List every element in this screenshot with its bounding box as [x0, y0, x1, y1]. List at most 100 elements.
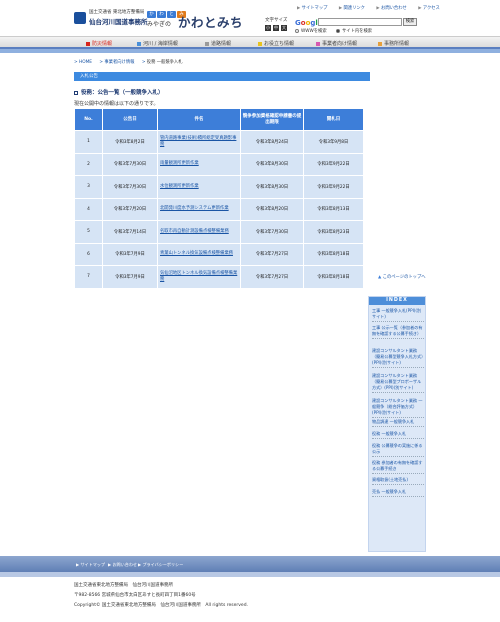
footer-org: 国土交通省東北地方整備局 仙台河川国道事務所: [74, 583, 173, 588]
search-button[interactable]: 検索: [403, 18, 417, 26]
square-icon: [137, 41, 141, 46]
col-deadline: 競争参加資格確認申請書の提出期限: [240, 108, 304, 131]
cell-no: 7: [74, 265, 103, 289]
footer-divider: [0, 572, 500, 577]
table-header-row: No. 公告日 件名 競争参加資格確認申請書の提出期限 開札日: [74, 108, 364, 131]
cell-subject-link[interactable]: 管内道路事業(技術)積所総定受真題影事務: [157, 130, 241, 154]
nav-label: お役立ち情報: [264, 41, 295, 47]
cell-date: 令和3年7月30日: [102, 152, 158, 176]
cell-subject-link[interactable]: 北開発川度水予測システム更新作業: [157, 197, 241, 221]
bid-table: No. 公告日 件名 競争参加資格確認申請書の提出期限 開札日 1 令和3年8月…: [74, 108, 364, 289]
back-to-top-label: このページのトップへ: [382, 275, 426, 280]
footer-band: [0, 556, 500, 572]
cell-subject-link[interactable]: 名取市再自動計測設備点検整備業務: [157, 220, 241, 244]
radio-www[interactable]: WWWを検索: [295, 28, 327, 34]
index-item[interactable]: 建設コンサルタント業務（簡易公募型プロポーザル方式）(PPI)(別サイト): [372, 373, 424, 393]
breadcrumb-business[interactable]: 事業者向け情報: [99, 60, 134, 65]
index-item[interactable]: 役務 一般競争入札: [372, 431, 424, 439]
breadcrumb-current: 役務 一般競争入札: [142, 60, 183, 65]
mlit-logo-icon: [74, 12, 86, 24]
cell-date: 令和3年7月14日: [102, 220, 158, 244]
footer-address: 〒982-8566 宮城県仙台市太白区あすと長町四丁目1番60号: [74, 593, 196, 598]
square-icon: [316, 41, 320, 46]
cell-subject-link[interactable]: 水位観測所更新作業: [157, 175, 241, 199]
col-date: 公告日: [102, 108, 158, 131]
breadcrumb-home[interactable]: HOME: [74, 60, 92, 65]
nav-label: 河川 / 海岸情報: [143, 41, 178, 47]
nav-river[interactable]: 河川 / 海岸情報: [137, 40, 178, 47]
footer-sitemap-link[interactable]: サイトマップ: [76, 562, 105, 568]
cell-date: 令和3年7月9日: [102, 265, 158, 289]
nav-bousai[interactable]: 防災情報: [86, 40, 112, 47]
index-item[interactable]: 工事 一般競争入札(PPI)(別サイト): [372, 308, 424, 322]
table-row: 6 令和3年7月9日 青葉山トンネル換気設備点検整備業務 令和3年7月27日 令…: [74, 242, 364, 266]
cell-no: 1: [74, 130, 103, 154]
org-line2[interactable]: 仙台河川国道事務所: [89, 16, 148, 26]
square-icon: [86, 41, 90, 46]
nav-underline-band: [0, 49, 500, 53]
title-badge: と: [167, 11, 176, 18]
cell-subject-link[interactable]: 青葉山トンネル換気設備点検整備業務: [157, 242, 241, 266]
nav-label: 道路情報: [211, 41, 232, 47]
related-links-link[interactable]: 関連リンク: [339, 6, 365, 11]
footer-privacy-link[interactable]: プライバシーポリシー: [138, 562, 183, 568]
site-title[interactable]: かわとみち: [178, 12, 243, 31]
nav-road[interactable]: 道路情報: [205, 40, 231, 47]
index-item[interactable]: 役務 公募競争の実施に係る公示: [372, 443, 424, 457]
global-nav: 防災情報 河川 / 海岸情報 道路情報 お役立ち情報 事業者向け情報 事務所情報: [0, 36, 500, 49]
font-size-label: 文字サイズ: [265, 18, 288, 23]
index-title: INDEX: [369, 297, 425, 305]
index-item[interactable]: 資格取扱(土地売払): [372, 477, 424, 485]
col-subject: 件名: [157, 108, 241, 131]
square-icon: [378, 41, 382, 46]
back-to-top-link[interactable]: ▲ このページのトップへ: [378, 274, 426, 280]
table-row: 3 令和3年7月30日 水位観測所更新作業 令和3年8月30日 令和3年9月22…: [74, 175, 364, 199]
nav-label: 事務所情報: [384, 41, 410, 47]
cell-opening: 令和3年8月18日: [303, 242, 364, 266]
search-input[interactable]: [318, 18, 402, 26]
contact-link[interactable]: お問い合わせ: [376, 6, 406, 11]
index-item[interactable]: 工事 公示一覧（参加者の有無を確認する公募手続き）: [372, 325, 424, 339]
square-icon: [258, 41, 262, 46]
font-medium-button[interactable]: 中: [273, 25, 279, 31]
cell-opening: 令和3年9月22日: [303, 175, 364, 199]
site-subtitle: みやぎの: [147, 21, 172, 28]
cell-no: 6: [74, 242, 103, 266]
radio-site[interactable]: サイト内を検索: [336, 28, 372, 34]
index-item[interactable]: 建設コンサルタント業務（簡易公募型競争入札方式）(PPI)(別サイト): [372, 348, 424, 368]
col-no: No.: [74, 108, 103, 131]
site-header: 国土交通省 東北地方整備局 仙台河川国道事務所 か わ と み みやぎの かわと…: [0, 0, 500, 36]
index-item[interactable]: 役務 参加者の有無を確認する公募手続き: [372, 460, 424, 474]
square-icon: [205, 41, 209, 46]
cell-subject-link[interactable]: 気仙沼地区トンネル換気設備点検整備業務: [157, 265, 241, 289]
nav-business[interactable]: 事業者向け情報: [316, 40, 357, 47]
font-large-button[interactable]: 大: [281, 25, 287, 31]
index-item[interactable]: 物品調達 一般競争入札: [372, 419, 424, 427]
access-link[interactable]: アクセス: [418, 6, 440, 11]
cell-date: 令和3年7月30日: [102, 175, 158, 199]
title-badge: わ: [157, 11, 166, 18]
cell-subject-link[interactable]: 雨量観測所更新作業: [157, 152, 241, 176]
cell-opening: 令和3年8月23日: [303, 220, 364, 244]
cell-opening: 令和3年9月22日: [303, 152, 364, 176]
nav-useful[interactable]: お役立ち情報: [258, 40, 294, 47]
nav-office[interactable]: 事務所情報: [378, 40, 409, 47]
cell-deadline: 令和3年7月27日: [240, 242, 304, 266]
footer-contact-link[interactable]: お問い合わせ: [108, 562, 137, 568]
font-small-button[interactable]: 小: [265, 25, 271, 31]
square-bullet-icon: [74, 90, 78, 95]
sitemap-link[interactable]: サイトマップ: [297, 6, 327, 11]
cell-date: 令和3年8月2日: [102, 130, 158, 154]
cell-deadline: 令和3年8月30日: [240, 175, 304, 199]
breadcrumb: HOME 事業者向け情報 役務 一般競争入札: [74, 59, 374, 69]
cell-deadline: 令和3年7月30日: [240, 220, 304, 244]
cell-date: 令和3年7月9日: [102, 242, 158, 266]
index-item[interactable]: 建設コンサルタント業務 一般競争（総合評価方式）(PPI)(別サイト): [372, 398, 424, 418]
cell-no: 3: [74, 175, 103, 199]
cell-opening: 令和3年9月8日: [303, 130, 364, 154]
page-title: 役務：公告一覧（一般競争入札）: [74, 88, 164, 96]
section-title-bar: 入札公告: [74, 72, 370, 81]
cell-opening: 令和3年8月18日: [303, 265, 364, 289]
radio-site-label: サイト内を検索: [342, 29, 373, 34]
index-item[interactable]: 売払 一般競争入札: [372, 489, 424, 497]
